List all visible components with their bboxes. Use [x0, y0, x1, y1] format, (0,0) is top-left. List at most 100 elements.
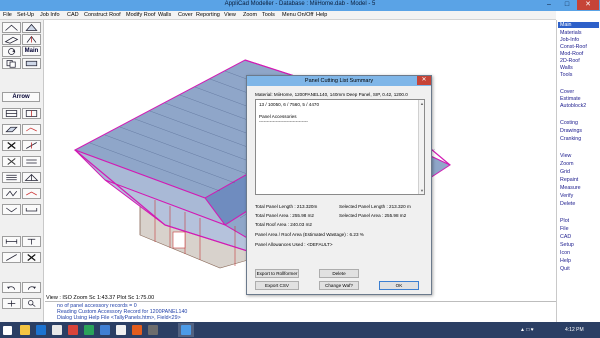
trim-tool-icon[interactable] — [22, 140, 41, 151]
wall-tool-icon[interactable] — [22, 58, 41, 69]
arrow-button[interactable]: Arrow — [2, 92, 40, 102]
cmd-autoblock2[interactable]: Autoblock2 — [560, 103, 586, 109]
export-rollformer-button[interactable]: Export to Rollformer — [255, 269, 299, 278]
cmd-costing[interactable]: Costing — [560, 120, 578, 126]
cmd-zoom[interactable]: Zoom — [560, 161, 574, 167]
menu-zoom[interactable]: Zoom — [243, 12, 257, 19]
fold-tool-icon[interactable] — [2, 188, 21, 199]
file-explorer-icon[interactable] — [20, 325, 30, 335]
cmd-delete[interactable]: Delete — [560, 201, 575, 207]
rotate-tool-icon[interactable] — [2, 46, 21, 57]
cmd-view[interactable]: View — [560, 153, 571, 159]
cmd-mod-roof[interactable]: Mod-Roof — [560, 51, 583, 57]
cmd-cranking[interactable]: Cranking — [560, 136, 581, 142]
menu-walls[interactable]: Walls — [158, 12, 171, 19]
valley-tool-icon[interactable] — [2, 204, 21, 215]
cmd-plot[interactable]: Plot — [560, 218, 569, 224]
clock[interactable]: 4:12 PM — [565, 327, 584, 333]
cmd-measure[interactable]: Measure — [560, 185, 581, 191]
sheet-tool-icon[interactable] — [2, 124, 21, 135]
cmd-file[interactable]: File — [560, 226, 569, 232]
text-tool-icon[interactable] — [22, 236, 41, 247]
cutting-list-box[interactable]: 13 / 10050, 6 / 7560, 5 / 4470 Panel Acc… — [255, 99, 425, 195]
close-icon[interactable]: ✕ — [577, 0, 599, 10]
cmd-setup[interactable]: Setup — [560, 242, 574, 248]
cmd-main[interactable]: Main — [558, 22, 599, 28]
truss-tool-icon[interactable] — [22, 172, 41, 183]
main-button[interactable]: Main — [22, 46, 41, 56]
copy-tool-icon[interactable] — [2, 58, 21, 69]
dialog-close-icon[interactable]: ✕ — [417, 76, 431, 85]
cmd-verify[interactable]: Verify — [560, 193, 573, 199]
menu-setup[interactable]: Set-Up — [17, 12, 34, 19]
cmd-walls[interactable]: Walls — [560, 65, 573, 71]
cmd-cover[interactable]: Cover — [560, 89, 574, 95]
export-csv-button[interactable]: Export CSV — [255, 281, 299, 290]
cmd-tools[interactable]: Tools — [560, 72, 572, 78]
app-icon[interactable] — [68, 325, 78, 335]
cmd-repaint[interactable]: Repaint — [560, 177, 578, 183]
roof-plane-tool-icon[interactable] — [2, 34, 21, 45]
menu-modify-roof[interactable]: Modify Roof — [126, 12, 155, 19]
cmd-quit[interactable]: Quit — [560, 266, 570, 272]
cmd-job-info[interactable]: Job-Info — [560, 37, 579, 43]
menu-reporting[interactable]: Reporting — [196, 12, 220, 19]
app-icon[interactable] — [100, 325, 110, 335]
menu-cad[interactable]: CAD — [67, 12, 79, 19]
dimension-tool-icon[interactable] — [2, 236, 21, 247]
list-scrollbar[interactable]: ▲ ▼ — [418, 100, 424, 194]
cmd-help[interactable]: Help — [560, 258, 571, 264]
roof-edit-tool-icon[interactable] — [22, 34, 41, 45]
scroll-down-icon[interactable]: ▼ — [420, 188, 424, 193]
app-icon[interactable] — [148, 325, 158, 335]
dialog-title-bar[interactable]: Panel Cutting List Summary ✕ — [247, 76, 431, 86]
menu-help[interactable]: Help — [316, 12, 327, 19]
menu-view[interactable]: View — [224, 12, 236, 19]
browser-icon[interactable] — [36, 325, 46, 335]
cmd-materials[interactable]: Materials — [560, 30, 582, 36]
menu-job-info[interactable]: Job Info — [40, 12, 60, 19]
menu-cover[interactable]: Cover — [178, 12, 193, 19]
cmd-2d-roof[interactable]: 2D-Roof — [560, 58, 580, 64]
purlin-tool-icon[interactable] — [22, 156, 41, 167]
gutter-tool-icon[interactable] — [22, 204, 41, 215]
delete-tool-icon[interactable] — [2, 140, 21, 151]
start-icon[interactable] — [3, 326, 12, 335]
cmd-const-roof[interactable]: Const-Roof — [560, 44, 587, 50]
flashing-tool-icon[interactable] — [22, 124, 41, 135]
tray-icons[interactable]: ▲ □ ♥ — [520, 327, 534, 333]
delete-button[interactable]: Delete — [319, 269, 359, 278]
maximize-icon[interactable]: □ — [558, 0, 576, 10]
cmd-estimate[interactable]: Estimate — [560, 96, 581, 102]
panel-tool-icon[interactable] — [2, 108, 21, 119]
zoom-tool-icon[interactable] — [22, 298, 41, 309]
menu-file[interactable]: File — [3, 12, 12, 19]
window-opening — [172, 231, 186, 249]
redo-tool-icon[interactable] — [22, 282, 41, 293]
erase-tool-icon[interactable] — [22, 252, 41, 263]
menu-on-off[interactable]: Menu On/Off — [282, 12, 313, 19]
cmd-cad[interactable]: CAD — [560, 234, 571, 240]
app-icon[interactable] — [116, 325, 126, 335]
batten-tool-icon[interactable] — [2, 172, 21, 183]
roof-gable-tool-icon[interactable] — [22, 22, 41, 33]
app-icon[interactable] — [132, 325, 142, 335]
app-icon[interactable] — [84, 325, 94, 335]
cmd-drawings[interactable]: Drawings — [560, 128, 582, 134]
cmd-icon[interactable]: Icon — [560, 250, 570, 256]
menu-tools[interactable]: Tools — [262, 12, 275, 19]
app-icon[interactable] — [52, 325, 62, 335]
roof-hip-tool-icon[interactable] — [2, 22, 21, 33]
scroll-up-icon[interactable]: ▲ — [420, 101, 424, 106]
change-waf-button[interactable]: Change Waf? — [319, 281, 359, 290]
ridge-tool-icon[interactable] — [22, 188, 41, 199]
cmd-grid[interactable]: Grid — [560, 169, 570, 175]
ok-button[interactable]: OK — [379, 281, 419, 290]
pan-tool-icon[interactable] — [2, 298, 21, 309]
line-tool-icon[interactable] — [2, 252, 21, 263]
undo-tool-icon[interactable] — [2, 282, 21, 293]
cross-tool-icon[interactable] — [2, 156, 21, 167]
panel-cut-tool-icon[interactable] — [22, 108, 41, 119]
menu-construct-roof[interactable]: Construct Roof — [84, 12, 121, 19]
minimize-icon[interactable]: – — [540, 0, 558, 10]
